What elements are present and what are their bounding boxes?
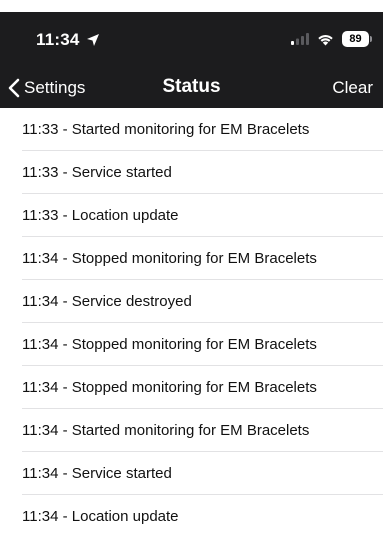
- status-bar: 11:34 89: [0, 12, 383, 68]
- log-entry: 11:33 - Location update: [0, 194, 383, 237]
- navigation-bar: Settings Status Clear: [0, 68, 383, 108]
- wifi-icon: [318, 34, 333, 45]
- cellular-signal-icon: [291, 33, 309, 45]
- clear-button[interactable]: Clear: [332, 78, 373, 98]
- log-entry: 11:34 - Stopped monitoring for EM Bracel…: [0, 237, 383, 280]
- clock-text: 11:34: [36, 30, 80, 49]
- log-entry: 11:33 - Started monitoring for EM Bracel…: [0, 108, 383, 151]
- log-entry: 11:34 - Started monitoring for EM Bracel…: [0, 409, 383, 452]
- status-time: 11:34: [36, 30, 100, 50]
- page-title: Status: [162, 76, 221, 97]
- location-arrow-icon: [86, 34, 99, 46]
- battery-icon: 89: [342, 31, 372, 47]
- battery-level: 89: [349, 33, 362, 45]
- log-entry: 11:34 - Location update: [22, 508, 179, 525]
- log-entry: 11:34 - Stopped monitoring for EM Bracel…: [0, 323, 383, 366]
- log-entry: 11:34 - Service started: [0, 452, 383, 495]
- log-entry: 11:34 - Stopped monitoring for EM Bracel…: [0, 366, 383, 409]
- status-icons: 89: [291, 31, 372, 47]
- log-entry: 11:33 - Service started: [0, 151, 383, 194]
- log-entry: 11:34 - Service destroyed: [0, 280, 383, 323]
- cropped-top-area: [0, 0, 383, 12]
- status-log-list: 11:33 - Started monitoring for EM Bracel…: [0, 108, 383, 538]
